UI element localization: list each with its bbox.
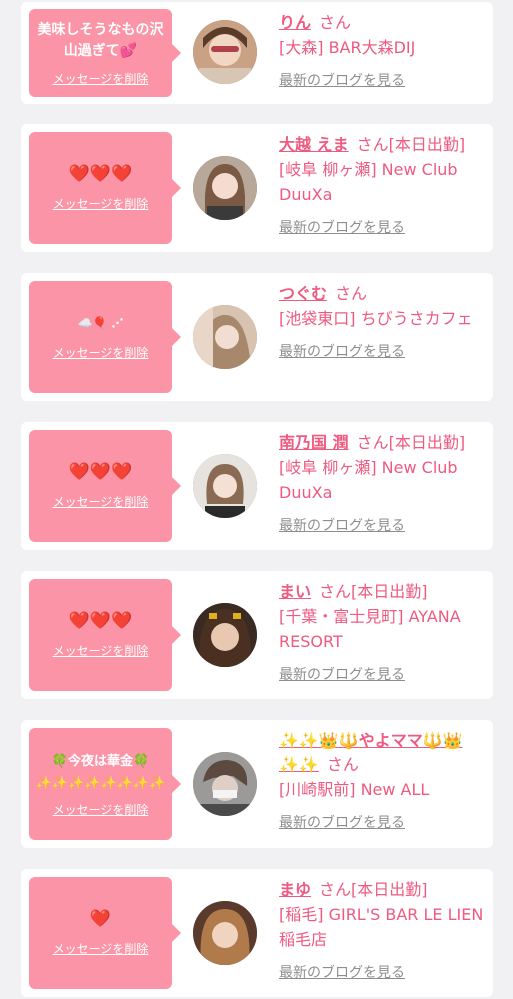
shop-info: [稲毛] GIRL'S BAR LE LIEN 稲毛店 bbox=[279, 905, 484, 949]
delete-message-link[interactable]: メッセージを削除 bbox=[53, 70, 149, 87]
avatar[interactable] bbox=[193, 20, 257, 84]
profile-name-link[interactable]: まゆ bbox=[279, 880, 311, 899]
message-bubble: 美味しそうなもの沢山過ぎて💕 メッセージを削除 bbox=[29, 9, 181, 97]
profile-name-link[interactable]: りん bbox=[279, 13, 311, 32]
shop-info: [池袋東口] ちびうさカフェ bbox=[279, 309, 473, 328]
delete-message-link[interactable]: メッセージを削除 bbox=[53, 493, 149, 510]
message-card: ❤️ メッセージを削除 まゆ さん[本日出勤] [稲毛] GIRL'S BAR L… bbox=[21, 869, 493, 997]
message-bubble: ❤️ メッセージを削除 bbox=[29, 877, 181, 989]
honorific: さん[本日出勤] bbox=[356, 135, 466, 154]
message-bubble: 🍀今夜は華金🍀 ✨✨✨✨✨✨✨✨ メッセージを削除 bbox=[29, 728, 181, 840]
profile-info: りん さん [大森] BAR大森DIJ 最新のブログを見る bbox=[279, 11, 484, 90]
delete-message-link[interactable]: メッセージを削除 bbox=[53, 195, 149, 212]
delete-message-link[interactable]: メッセージを削除 bbox=[53, 344, 149, 361]
honorific: さん[本日出勤] bbox=[319, 880, 428, 899]
honorific: さん bbox=[326, 755, 359, 774]
latest-blog-link[interactable]: 最新のブログを見る bbox=[279, 664, 405, 684]
profile-name-link[interactable]: まい bbox=[279, 582, 311, 601]
honorific: さん[本日出勤] bbox=[319, 582, 428, 601]
message-list: 美味しそうなもの沢山過ぎて💕 メッセージを削除 りん さん [大森] BAR大森D… bbox=[0, 0, 513, 999]
shop-info: [千葉・富士見町] AYANA RESORT bbox=[279, 607, 461, 651]
message-bubble: ☁️🎈 ⋰ メッセージを削除 bbox=[29, 281, 181, 393]
profile-name-link[interactable]: 大越 えま bbox=[279, 135, 349, 154]
shop-info: [大森] BAR大森DIJ bbox=[279, 38, 416, 57]
message-bubble: ❤️❤️❤️ メッセージを削除 bbox=[29, 579, 181, 691]
honorific: さん bbox=[335, 284, 368, 303]
message-text: ❤️ bbox=[89, 909, 112, 929]
latest-blog-link[interactable]: 最新のブログを見る bbox=[279, 341, 405, 361]
profile-name-link[interactable]: ✨✨👑🔱やよママ🔱👑✨✨ bbox=[279, 731, 463, 774]
honorific: さん[本日出勤] bbox=[356, 433, 466, 452]
delete-message-link[interactable]: メッセージを削除 bbox=[53, 642, 149, 659]
message-text: ☁️🎈 ⋰ bbox=[77, 316, 124, 330]
message-card: 🍀今夜は華金🍀 ✨✨✨✨✨✨✨✨ メッセージを削除 ✨✨👑🔱やよママ🔱👑✨✨ さん… bbox=[21, 720, 493, 848]
shop-info: [岐阜 柳ヶ瀬] New Club DuuXa bbox=[279, 160, 458, 204]
delete-message-link[interactable]: メッセージを削除 bbox=[53, 801, 149, 818]
message-card: ❤️❤️❤️ メッセージを削除 南乃国 潤さん[本日出勤] [岐阜 柳ヶ瀬] N… bbox=[21, 422, 493, 550]
latest-blog-link[interactable]: 最新のブログを見る bbox=[279, 812, 405, 832]
profile-info: 南乃国 潤さん[本日出勤] [岐阜 柳ヶ瀬] New Club DuuXa 最新… bbox=[279, 431, 484, 535]
message-text: ❤️❤️❤️ bbox=[68, 611, 133, 631]
avatar[interactable] bbox=[193, 603, 257, 667]
shop-info: [岐阜 柳ヶ瀬] New Club DuuXa bbox=[279, 458, 458, 502]
latest-blog-link[interactable]: 最新のブログを見る bbox=[279, 515, 405, 535]
message-text: ❤️❤️❤️ bbox=[68, 462, 133, 482]
honorific: さん bbox=[319, 13, 352, 32]
avatar[interactable] bbox=[193, 752, 257, 816]
message-text: 美味しそうなもの沢山過ぎて💕 bbox=[37, 21, 164, 59]
delete-message-link[interactable]: メッセージを削除 bbox=[53, 940, 149, 957]
latest-blog-link[interactable]: 最新のブログを見る bbox=[279, 70, 405, 90]
profile-info: ✨✨👑🔱やよママ🔱👑✨✨ さん [川崎駅前] New ALL 最新のブログを見る bbox=[279, 729, 484, 832]
message-card: ❤️❤️❤️ メッセージを削除 まい さん[本日出勤] [千葉・富士見町] AYA… bbox=[21, 571, 493, 699]
profile-name-link[interactable]: つぐむ bbox=[279, 284, 327, 303]
profile-info: 大越 えま さん[本日出勤] [岐阜 柳ヶ瀬] New Club DuuXa 最新… bbox=[279, 133, 484, 237]
message-bubble: ❤️❤️❤️ メッセージを削除 bbox=[29, 430, 181, 542]
avatar[interactable] bbox=[193, 901, 257, 965]
message-bubble: ❤️❤️❤️ メッセージを削除 bbox=[29, 132, 181, 244]
profile-name-link[interactable]: 南乃国 潤 bbox=[279, 433, 349, 452]
profile-info: まい さん[本日出勤] [千葉・富士見町] AYANA RESORT 最新のブログ… bbox=[279, 580, 484, 684]
message-text: ❤️❤️❤️ bbox=[68, 164, 133, 184]
latest-blog-link[interactable]: 最新のブログを見る bbox=[279, 217, 405, 237]
profile-info: まゆ さん[本日出勤] [稲毛] GIRL'S BAR LE LIEN 稲毛店 最… bbox=[279, 878, 484, 982]
avatar[interactable] bbox=[193, 305, 257, 369]
message-card: 美味しそうなもの沢山過ぎて💕 メッセージを削除 りん さん [大森] BAR大森D… bbox=[21, 2, 493, 104]
latest-blog-link[interactable]: 最新のブログを見る bbox=[279, 962, 405, 982]
profile-info: つぐむ さん [池袋東口] ちびうさカフェ 最新のブログを見る bbox=[279, 282, 484, 361]
avatar[interactable] bbox=[193, 454, 257, 518]
avatar[interactable] bbox=[193, 156, 257, 220]
message-text: 🍀今夜は華金🍀 ✨✨✨✨✨✨✨✨ bbox=[35, 753, 166, 791]
message-card: ☁️🎈 ⋰ メッセージを削除 つぐむ さん [池袋東口] ちびうさカフェ 最新のブ… bbox=[21, 273, 493, 401]
message-card: ❤️❤️❤️ メッセージを削除 大越 えま さん[本日出勤] [岐阜 柳ヶ瀬] N… bbox=[21, 124, 493, 252]
shop-info: [川崎駅前] New ALL bbox=[279, 780, 430, 799]
